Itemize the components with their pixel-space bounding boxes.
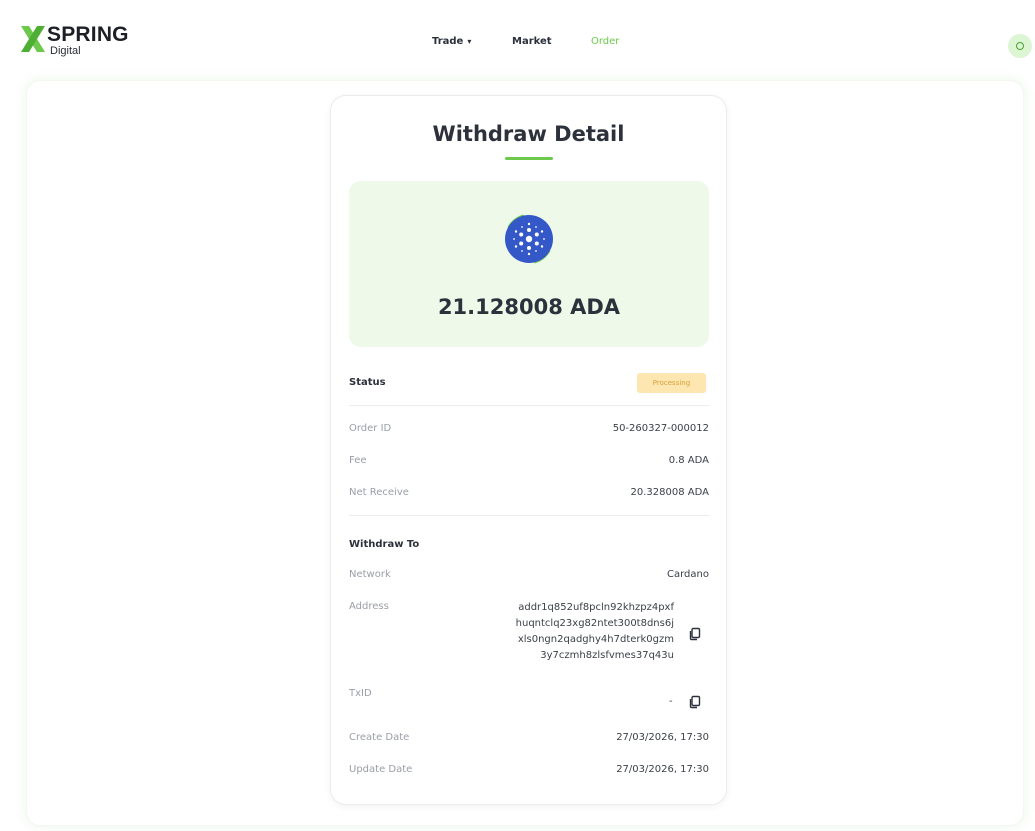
address-line: addr1q852uf8pcln92khzpz4pxf: [518, 602, 674, 613]
withdraw-detail-card: Withdraw Detail 21.128008 ADA Status Pro…: [330, 95, 727, 805]
address-label: Address: [349, 601, 389, 612]
nav-item-order[interactable]: Order: [591, 36, 619, 47]
txid-row: TxID: [349, 688, 709, 708]
order-id-value: 50-260327-000012: [612, 423, 709, 434]
address-line: xls0ngn2qadghy4h7dterk0gzm: [517, 634, 674, 645]
status-label: Status: [349, 377, 386, 388]
fee-label: Fee: [349, 455, 367, 466]
top-header: SPRING Digital Trade ▾ Market Order: [0, 0, 1035, 86]
address-value: addr1q852uf8pcln92khzpz4pxf huqntclq23xg…: [454, 600, 674, 664]
update-date-row: Update Date 27/03/2026, 17:30: [349, 764, 709, 784]
nav-item-market[interactable]: Market: [512, 36, 552, 47]
network-row: Network Cardano: [349, 569, 709, 589]
fee-row: Fee 0.8 ADA: [349, 455, 709, 475]
divider: [349, 405, 709, 406]
net-receive-value: 20.328008 ADA: [630, 487, 709, 498]
create-date-label: Create Date: [349, 732, 410, 743]
user-menu-button[interactable]: [1008, 34, 1032, 58]
chevron-down-icon: ▾: [467, 37, 472, 46]
title-underline: [505, 157, 553, 160]
cardano-icon: [505, 215, 553, 263]
network-value: Cardano: [667, 569, 709, 580]
order-id-row: Order ID 50-260327-000012: [349, 423, 709, 443]
main-nav: Trade ▾ Market Order: [0, 36, 1035, 54]
withdraw-amount: 21.128008 ADA: [437, 295, 621, 319]
page-title: Withdraw Detail: [432, 122, 625, 146]
order-id-label: Order ID: [349, 423, 392, 434]
withdraw-to-heading: Withdraw To: [349, 539, 420, 550]
copy-address-icon[interactable]: [688, 627, 702, 641]
txid-label: TxID: [349, 688, 372, 699]
network-label: Network: [349, 569, 391, 580]
copy-txid-icon[interactable]: [688, 695, 702, 709]
address-line: 3y7czmh8zlsfvmes37q43u: [540, 650, 674, 661]
update-date-label: Update Date: [349, 764, 413, 775]
status-badge: Processing: [637, 373, 706, 393]
coin-badge: [501, 211, 557, 267]
update-date-value: 27/03/2026, 17:30: [616, 764, 709, 775]
net-receive-row: Net Receive 20.328008 ADA: [349, 487, 709, 507]
nav-item-trade[interactable]: Trade ▾: [432, 36, 471, 47]
net-receive-label: Net Receive: [349, 487, 409, 498]
address-line: huqntclq23xg82ntet300t8dns6j: [515, 618, 674, 629]
create-date-value: 27/03/2026, 17:30: [616, 732, 709, 743]
amount-summary: 21.128008 ADA: [349, 181, 709, 347]
fee-value: 0.8 ADA: [668, 455, 709, 466]
nav-item-label: Trade: [432, 36, 464, 47]
txid-value: -: [669, 696, 673, 707]
create-date-row: Create Date 27/03/2026, 17:30: [349, 732, 709, 752]
divider: [349, 515, 709, 516]
